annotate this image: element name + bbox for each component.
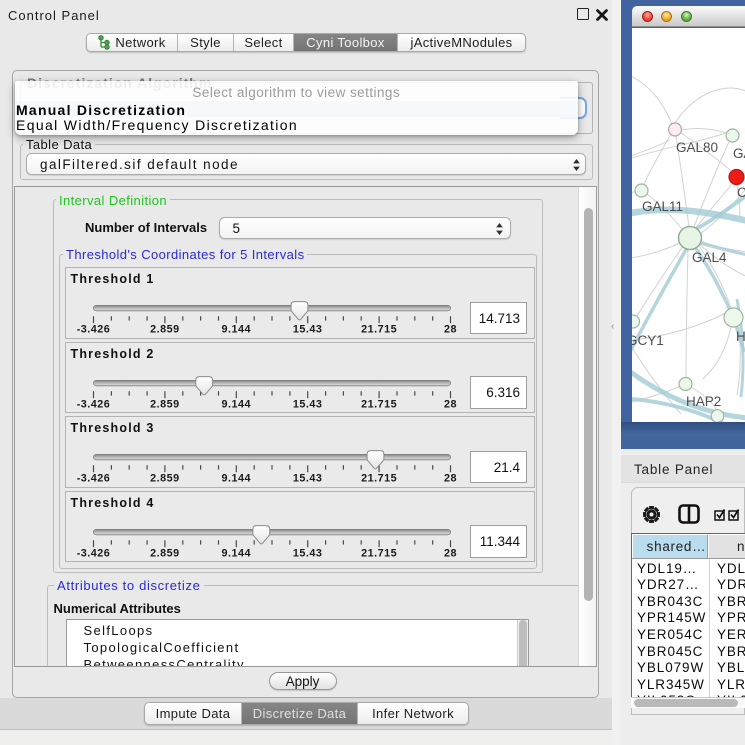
svg-text:28: 28 <box>443 398 456 410</box>
svg-text:GAL80: GAL80 <box>676 140 718 155</box>
svg-text:15.43: 15.43 <box>292 473 322 485</box>
svg-text:GAL11: GAL11 <box>642 199 683 214</box>
svg-text:-3.426: -3.426 <box>76 324 110 336</box>
svg-text:H: H <box>736 329 745 344</box>
svg-text:-3.426: -3.426 <box>76 473 110 485</box>
svg-text:21.715: 21.715 <box>361 398 397 410</box>
svg-text:-3.426: -3.426 <box>76 547 110 559</box>
svg-text:9.144: 9.144 <box>221 547 251 559</box>
svg-text:21.715: 21.715 <box>361 547 397 559</box>
svg-text:15.43: 15.43 <box>292 398 322 410</box>
svg-text:9.144: 9.144 <box>221 398 251 410</box>
svg-text:9.144: 9.144 <box>221 473 251 485</box>
svg-text:28: 28 <box>443 473 456 485</box>
svg-text:2.859: 2.859 <box>150 398 180 410</box>
svg-text:2.859: 2.859 <box>150 473 180 485</box>
svg-text:28: 28 <box>443 547 456 559</box>
svg-text:21.715: 21.715 <box>361 324 397 336</box>
svg-text:GCY1: GCY1 <box>632 333 664 348</box>
svg-text:2.859: 2.859 <box>150 547 180 559</box>
svg-text:-3.426: -3.426 <box>76 398 110 410</box>
svg-text:28: 28 <box>443 324 456 336</box>
svg-text:HAP2: HAP2 <box>686 394 721 409</box>
svg-text:15.43: 15.43 <box>292 547 322 559</box>
svg-text:GA: GA <box>733 146 745 161</box>
svg-text:21.715: 21.715 <box>361 473 397 485</box>
svg-text:15.43: 15.43 <box>292 324 322 336</box>
svg-text:9.144: 9.144 <box>221 324 251 336</box>
svg-text:2.859: 2.859 <box>150 324 180 336</box>
svg-text:C: C <box>737 185 745 200</box>
svg-text:GAL4: GAL4 <box>692 250 727 265</box>
